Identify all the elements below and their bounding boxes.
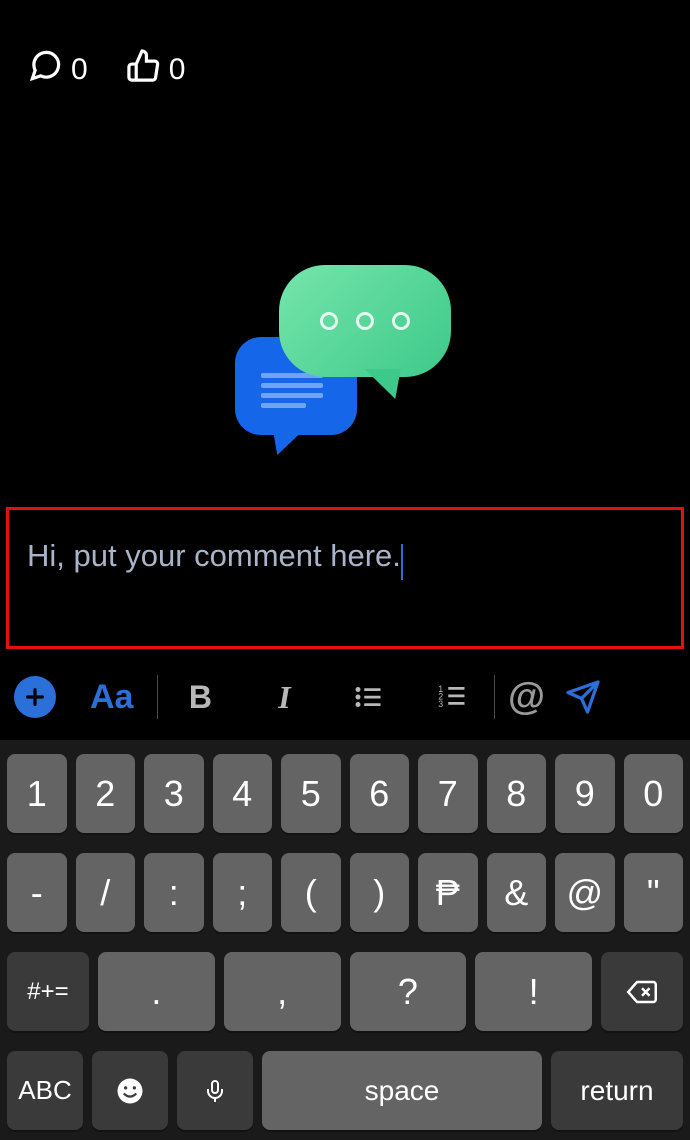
numbered-list-button[interactable]: 1 2 3 [410, 682, 494, 712]
key-5[interactable]: 5 [281, 754, 341, 833]
comments-stat[interactable]: 0 [28, 48, 88, 91]
key-peso[interactable]: ₱ [418, 853, 478, 932]
comment-input-text: Hi, put your comment here. [27, 538, 401, 573]
likes-count: 0 [169, 53, 186, 87]
svg-text:3: 3 [439, 699, 444, 709]
key-question[interactable]: ? [350, 952, 467, 1031]
add-button[interactable] [14, 676, 56, 718]
key-semicolon[interactable]: ; [213, 853, 273, 932]
keyboard-row-2: - / : ; ( ) ₱ & @ " [4, 853, 686, 932]
bullet-list-button[interactable] [326, 682, 410, 712]
key-9[interactable]: 9 [555, 754, 615, 833]
key-return[interactable]: return [551, 1051, 683, 1130]
key-abc[interactable]: ABC [7, 1051, 83, 1130]
key-8[interactable]: 8 [487, 754, 547, 833]
keyboard-row-4: ABC space return [4, 1051, 686, 1130]
key-close-paren[interactable]: ) [350, 853, 410, 932]
key-space[interactable]: space [262, 1051, 542, 1130]
chat-illustration [235, 265, 455, 455]
key-exclaim[interactable]: ! [475, 952, 592, 1031]
stats-bar: 0 0 [0, 0, 690, 91]
key-open-paren[interactable]: ( [281, 853, 341, 932]
text-cursor [401, 544, 403, 580]
key-4[interactable]: 4 [213, 754, 273, 833]
key-colon[interactable]: : [144, 853, 204, 932]
mention-button[interactable]: @ [495, 676, 557, 719]
key-dash[interactable]: - [7, 853, 67, 932]
likes-stat[interactable]: 0 [126, 48, 186, 91]
key-1[interactable]: 1 [7, 754, 67, 833]
key-mic[interactable] [177, 1051, 253, 1130]
key-6[interactable]: 6 [350, 754, 410, 833]
key-slash[interactable]: / [76, 853, 136, 932]
comment-icon [28, 48, 63, 91]
format-toolbar: Aa B I 1 2 3 @ [0, 655, 690, 739]
key-quote[interactable]: " [624, 853, 684, 932]
key-backspace[interactable] [601, 952, 683, 1031]
key-ampersand[interactable]: & [487, 853, 547, 932]
italic-button[interactable]: I [242, 679, 326, 716]
key-2[interactable]: 2 [76, 754, 136, 833]
thumbs-up-icon [126, 48, 161, 91]
key-at[interactable]: @ [555, 853, 615, 932]
key-emoji[interactable] [92, 1051, 168, 1130]
comments-count: 0 [71, 53, 88, 87]
key-period[interactable]: . [98, 952, 215, 1031]
send-button[interactable] [557, 679, 609, 715]
bold-button[interactable]: B [158, 679, 242, 716]
key-3[interactable]: 3 [144, 754, 204, 833]
keyboard-row-3: #+= . , ? ! [4, 952, 686, 1031]
comment-input-highlighted[interactable]: Hi, put your comment here. [6, 507, 684, 649]
key-comma[interactable]: , [224, 952, 341, 1031]
green-bubble [279, 265, 451, 377]
key-7[interactable]: 7 [418, 754, 478, 833]
text-style-button[interactable]: Aa [90, 678, 133, 717]
keyboard: 1 2 3 4 5 6 7 8 9 0 - / : ; ( ) ₱ & @ " … [0, 740, 690, 1140]
key-0[interactable]: 0 [624, 754, 684, 833]
keyboard-row-1: 1 2 3 4 5 6 7 8 9 0 [4, 754, 686, 833]
key-symbols[interactable]: #+= [7, 952, 89, 1031]
